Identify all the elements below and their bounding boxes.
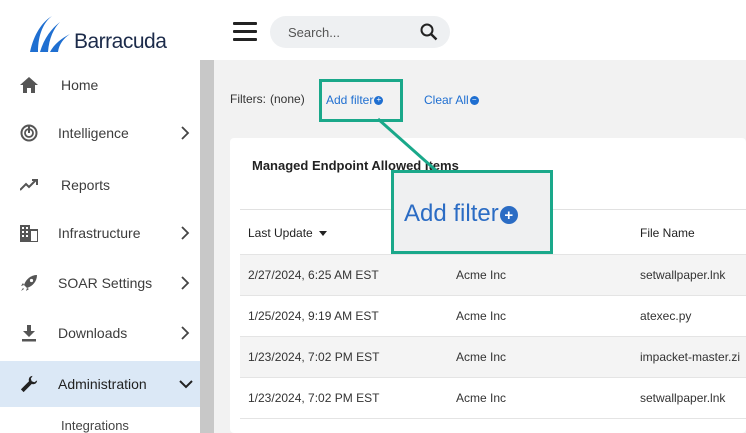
search-box: [270, 16, 450, 48]
column-header-label: Last Update: [248, 226, 313, 240]
cell-last-update: 1/23/2024, 7:02 PM EST: [248, 350, 380, 364]
chevron-right-icon: [181, 276, 190, 290]
search-input[interactable]: [288, 16, 418, 48]
table-row[interactable]: [240, 418, 746, 433]
column-header-label: File Name: [640, 226, 695, 240]
column-header-file-name[interactable]: File Name: [640, 226, 695, 240]
cell-last-update: 2/27/2024, 6:25 AM EST: [248, 268, 379, 282]
sidebar-item-administration[interactable]: Administration: [0, 361, 200, 407]
sidebar-scrollbar[interactable]: [200, 60, 214, 433]
cell-organization: Acme Inc: [456, 350, 507, 364]
filters-value: (none): [270, 92, 305, 106]
hamburger-menu-button[interactable]: [233, 22, 257, 42]
barracuda-logo[interactable]: Barracuda: [30, 14, 167, 53]
table-row[interactable]: 1/23/2024, 7:02 PM EST Acme Inc impacket…: [240, 336, 746, 377]
chevron-down-icon: [179, 380, 193, 389]
sidebar-item-label: Administration: [58, 376, 147, 392]
table-row[interactable]: 1/23/2024, 7:02 PM EST Acme Inc setwallp…: [240, 377, 746, 418]
filters-bar: Filters: (none): [230, 92, 305, 106]
cell-file-name: atexec.py: [640, 309, 692, 323]
add-filter-zoom-callout: Add filter +: [391, 170, 553, 254]
add-filter-highlight-box: [319, 79, 403, 122]
logo-wordmark: Barracuda: [74, 30, 167, 53]
reports-trend-icon: [20, 176, 38, 194]
column-header-last-update[interactable]: Last Update: [248, 226, 327, 240]
barracuda-fin-icon: [30, 16, 70, 52]
sidebar-item-label: Downloads: [58, 325, 128, 341]
filters-label: Filters:: [230, 92, 266, 106]
infrastructure-building-icon: [20, 224, 38, 242]
sidebar-item-downloads[interactable]: Downloads: [0, 310, 200, 356]
sidebar-item-label: Reports: [61, 177, 111, 193]
sidebar-item-label: Intelligence: [58, 125, 129, 141]
rocket-icon: [20, 274, 38, 292]
cell-organization: Acme Inc: [456, 391, 507, 405]
sidebar: Barracuda Home Intelligence Reports Infr…: [0, 0, 200, 433]
sidebar-item-label: Home: [61, 77, 99, 93]
intelligence-icon: [20, 124, 38, 142]
hamburger-icon-bar: [233, 22, 257, 25]
cell-file-name: setwallpaper.lnk: [640, 268, 726, 282]
wrench-icon: [20, 375, 38, 393]
cell-file-name: setwallpaper.lnk: [640, 391, 726, 405]
hamburger-icon-bar: [233, 38, 257, 41]
chevron-right-icon: [181, 326, 190, 340]
cell-organization: Acme Inc: [456, 268, 507, 282]
chevron-right-icon: [181, 226, 190, 240]
sidebar-item-infrastructure[interactable]: Infrastructure: [0, 210, 200, 256]
table-row[interactable]: 2/27/2024, 6:25 AM EST Acme Inc setwallp…: [240, 254, 746, 295]
home-icon: [20, 76, 38, 94]
sidebar-item-reports[interactable]: Reports: [0, 162, 200, 208]
sort-desc-icon: [318, 230, 327, 236]
table-row[interactable]: 1/25/2024, 9:19 AM EST Acme Inc atexec.p…: [240, 295, 746, 336]
sidebar-item-label: Infrastructure: [58, 225, 141, 241]
cell-last-update: 1/23/2024, 7:02 PM EST: [248, 391, 380, 405]
clear-all-link[interactable]: Clear All −: [424, 93, 479, 107]
sidebar-item-home[interactable]: Home: [0, 62, 200, 108]
cell-last-update: 1/25/2024, 9:19 AM EST: [248, 309, 379, 323]
zoom-callout-label: Add filter: [404, 200, 499, 227]
search-icon[interactable]: [420, 23, 438, 41]
sidebar-item-intelligence[interactable]: Intelligence: [0, 110, 200, 156]
plus-circle-icon: +: [499, 206, 518, 224]
download-icon: [20, 324, 38, 342]
cell-organization: Acme Inc: [456, 309, 507, 323]
cell-file-name: impacket-master.zi: [640, 350, 741, 364]
hamburger-icon-bar: [233, 30, 257, 33]
sidebar-item-soar-settings[interactable]: SOAR Settings: [0, 260, 200, 306]
zoom-callout-text: Add filter +: [404, 200, 518, 228]
clear-all-label: Clear All: [424, 93, 469, 107]
sidebar-subitem-integrations[interactable]: Integrations: [61, 418, 129, 433]
chevron-right-icon: [181, 126, 190, 140]
minus-circle-icon: −: [469, 95, 479, 105]
sidebar-item-label: SOAR Settings: [58, 275, 153, 291]
